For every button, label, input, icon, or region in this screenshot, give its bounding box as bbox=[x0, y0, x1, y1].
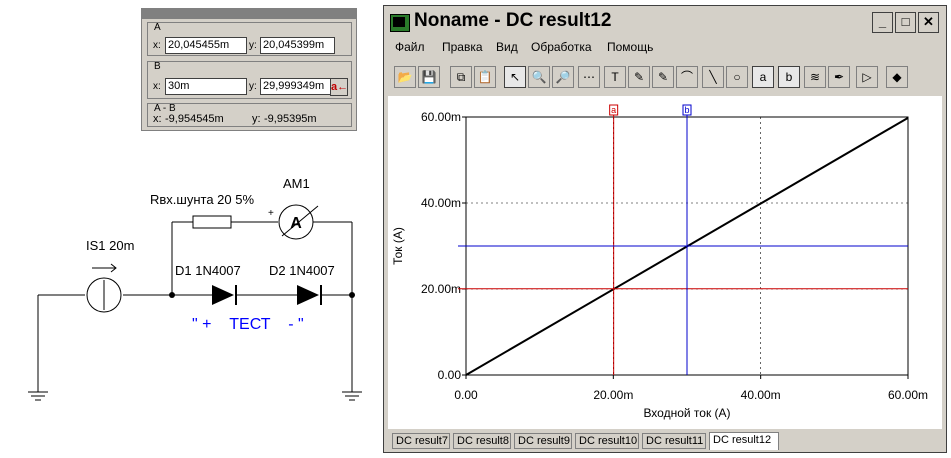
dc-result-chart[interactable]: 0.00 20.00m 40.00m 60.00m 0.00 20.00m 40.00m 60… bbox=[388, 96, 942, 429]
circuit-schematic: A + bbox=[28, 204, 362, 401]
cursor-a-x-field[interactable]: 20,045455m bbox=[165, 37, 247, 54]
y-tick-label: 40.00m bbox=[421, 196, 461, 210]
cursor-b-icon[interactable]: b bbox=[778, 66, 800, 88]
cursor-diff-x-value: -9,954545m bbox=[165, 113, 224, 125]
waveform-icon[interactable]: ≋ bbox=[804, 66, 826, 88]
menu-process[interactable]: Обработка bbox=[531, 40, 592, 54]
window-title: Noname - DC result12 bbox=[414, 10, 612, 31]
cursor-diff-y-label: y: bbox=[252, 113, 261, 125]
tab-dc-result12[interactable]: DC result12 bbox=[709, 432, 779, 450]
y-axis-label: Ток (A) bbox=[391, 227, 405, 265]
cursor-b-y-field[interactable]: 29,999349m bbox=[260, 78, 335, 95]
menu-file[interactable]: Файл bbox=[395, 40, 425, 54]
copy-icon[interactable]: ⧉ bbox=[450, 66, 472, 88]
pen2-icon[interactable]: ✎ bbox=[652, 66, 674, 88]
menu-help[interactable]: Помощь bbox=[607, 40, 653, 54]
zoom-in-icon[interactable]: 🔍 bbox=[528, 66, 550, 88]
tab-dc-result8[interactable]: DC result8 bbox=[453, 433, 511, 449]
toolbar: 📂 💾 ⧉ 📋 ↖ 🔍 🔎 ⋯ T ✎ ✎ ⌒ ╲ ○ a b ≋ ✒ ▷ ◆ bbox=[386, 64, 944, 90]
ammeter-label: AM1 bbox=[283, 176, 310, 191]
cursor-b-title: B bbox=[154, 61, 161, 72]
plot-area[interactable]: 0.00 20.00m 40.00m 60.00m 0.00 20.00m 40.00m 60… bbox=[388, 96, 942, 429]
x-tick-label: 40.00m bbox=[741, 388, 781, 402]
result-window: Noname - DC result12 _ □ ✕ Файл Правка В… bbox=[383, 5, 947, 453]
x-tick-label: 60.00m bbox=[888, 388, 928, 402]
result-tabs: DC result7 DC result8 DC result9 DC result1… bbox=[386, 432, 944, 450]
test-caption: " + ТЕСТ - " bbox=[192, 316, 304, 333]
save-icon[interactable]: 💾 bbox=[418, 66, 440, 88]
circle-icon[interactable]: ○ bbox=[726, 66, 748, 88]
cursor-link-button[interactable]: a← bbox=[330, 78, 348, 96]
x-tick-label: 20.00m bbox=[593, 388, 633, 402]
cursor-diff-x-label: x: bbox=[153, 113, 162, 125]
curve-icon[interactable]: ⌒ bbox=[676, 66, 698, 88]
cursor-b-label: b bbox=[684, 105, 689, 115]
step-icon[interactable]: ◆ bbox=[886, 66, 908, 88]
d2-label: D2 1N4007 bbox=[269, 263, 335, 278]
tab-dc-result10[interactable]: DC result10 bbox=[575, 433, 639, 449]
window-titlebar[interactable]: Noname - DC result12 _ □ ✕ bbox=[386, 8, 944, 37]
menu-edit[interactable]: Правка bbox=[442, 40, 483, 54]
minimize-button[interactable]: _ bbox=[872, 12, 893, 33]
maximize-button[interactable]: □ bbox=[895, 12, 916, 33]
diode-d2-icon bbox=[297, 285, 319, 305]
cursor-a-label: a bbox=[611, 105, 616, 115]
source-label: IS1 20m bbox=[86, 238, 135, 253]
tab-dc-result9[interactable]: DC result9 bbox=[514, 433, 572, 449]
cursor-b-x-field[interactable]: 30m bbox=[165, 78, 247, 95]
x-tick-label: 0.00 bbox=[454, 388, 478, 402]
y-tick-label: 60.00m bbox=[421, 110, 461, 124]
menu-bar: Файл Правка Вид Обработка Помощь bbox=[386, 39, 944, 57]
y-tick-label: 0.00 bbox=[438, 368, 462, 382]
grid-icon[interactable]: ⋯ bbox=[578, 66, 600, 88]
app-icon bbox=[390, 14, 410, 32]
d1-label: D1 1N4007 bbox=[175, 263, 241, 278]
cursor-a-title: A bbox=[154, 22, 161, 33]
cursor-a-y-label: y: bbox=[249, 40, 257, 51]
cursor-a-x-label: x: bbox=[153, 40, 161, 51]
menu-view[interactable]: Вид bbox=[496, 40, 518, 54]
tab-dc-result11[interactable]: DC result11 bbox=[642, 433, 706, 449]
cursor-diff-group: A - B x: -9,954545m y: -9,95395m bbox=[147, 103, 352, 127]
cursor-readout-panel: A x: 20,045455m y: 20,045399m B x: 30m y… bbox=[141, 8, 357, 131]
eyedropper-icon[interactable]: ✒ bbox=[828, 66, 850, 88]
panel-titlebar[interactable] bbox=[142, 9, 356, 19]
line-icon[interactable]: ╲ bbox=[702, 66, 724, 88]
cursor-a-group: A x: 20,045455m y: 20,045399m bbox=[147, 22, 352, 56]
cursor-diff-y-value: -9,95395m bbox=[264, 113, 317, 125]
play-icon[interactable]: ▷ bbox=[856, 66, 878, 88]
diode-d1-icon bbox=[212, 285, 234, 305]
cursor-b-x-label: x: bbox=[153, 81, 161, 92]
close-button[interactable]: ✕ bbox=[918, 12, 939, 33]
ammeter-symbol: A bbox=[290, 215, 302, 232]
y-tick-label: 20.00m bbox=[421, 282, 461, 296]
shunt-label: Rвх.шунта 20 5% bbox=[150, 192, 255, 207]
cursor-b-group: B x: 30m y: 29,999349m bbox=[147, 61, 352, 99]
tab-dc-result7[interactable]: DC result7 bbox=[392, 433, 450, 449]
open-icon[interactable]: 📂 bbox=[394, 66, 416, 88]
pointer-icon[interactable]: ↖ bbox=[504, 66, 526, 88]
text-icon[interactable]: T bbox=[604, 66, 626, 88]
paste-icon[interactable]: 📋 bbox=[474, 66, 496, 88]
cursor-b-y-label: y: bbox=[249, 81, 257, 92]
pen-icon[interactable]: ✎ bbox=[628, 66, 650, 88]
plus-mark: + bbox=[268, 208, 274, 219]
shunt-resistor-icon bbox=[192, 215, 232, 229]
cursor-a-y-field[interactable]: 20,045399m bbox=[260, 37, 335, 54]
cursor-a-icon[interactable]: a bbox=[752, 66, 774, 88]
zoom-fit-icon[interactable]: 🔎 bbox=[552, 66, 574, 88]
x-axis-label: Входной ток (A) bbox=[643, 406, 730, 420]
